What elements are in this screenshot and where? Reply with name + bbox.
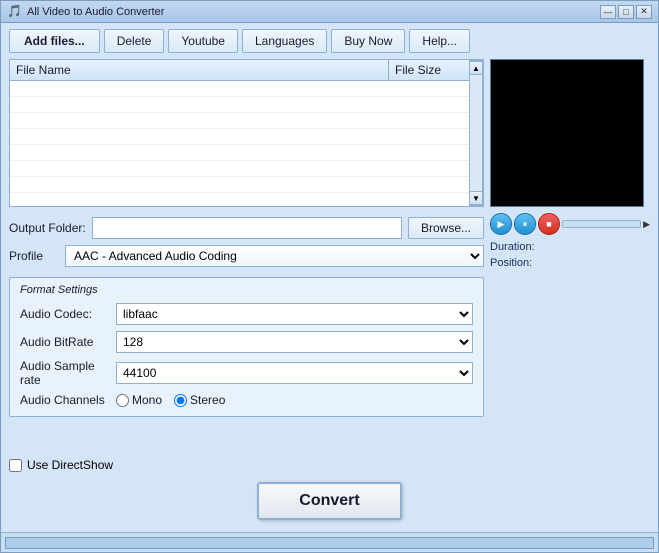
- audio-bitrate-row: Audio BitRate 128: [20, 328, 473, 356]
- file-list-area: File Name File Size ▲: [9, 59, 484, 207]
- audio-channels-row: Audio Channels Mono Stereo: [20, 390, 473, 410]
- stop-button[interactable]: ■: [538, 213, 560, 235]
- browse-button[interactable]: Browse...: [408, 217, 484, 239]
- title-bar-left: 🎵 All Video to Audio Converter: [7, 4, 164, 20]
- format-settings-box: Format Settings Audio Codec: libfaac Aud…: [9, 277, 484, 417]
- col-size-header: File Size: [389, 60, 469, 80]
- audio-sample-rate-label: Audio Sample rate: [20, 359, 110, 387]
- progress-slider[interactable]: [562, 220, 641, 228]
- app-icon: 🎵: [7, 4, 23, 20]
- table-row: [10, 81, 469, 97]
- audio-codec-label: Audio Codec:: [20, 307, 110, 321]
- title-controls: — □ ✕: [600, 5, 652, 19]
- audio-sample-rate-row: Audio Sample rate 44100: [20, 356, 473, 390]
- duration-label: Duration:: [490, 241, 535, 253]
- buy-now-button[interactable]: Buy Now: [331, 29, 405, 53]
- file-list-inner: File Name File Size: [10, 60, 469, 206]
- position-label: Position:: [490, 257, 532, 269]
- output-folder-label: Output Folder:: [9, 221, 86, 235]
- window-title: All Video to Audio Converter: [27, 6, 164, 18]
- languages-button[interactable]: Languages: [242, 29, 327, 53]
- audio-sample-rate-select[interactable]: 44100: [117, 363, 472, 383]
- help-button[interactable]: Help...: [409, 29, 470, 53]
- audio-channels-label: Audio Channels: [20, 393, 110, 407]
- table-row: [10, 113, 469, 129]
- pause-button[interactable]: ⏸: [514, 213, 536, 235]
- table-row: [10, 161, 469, 177]
- main-content: File Name File Size ▲: [1, 59, 658, 456]
- audio-sample-rate-select-wrapper: 44100: [116, 362, 473, 384]
- status-progress-bar: [5, 537, 654, 549]
- profile-label: Profile: [9, 249, 59, 263]
- use-directshow-row: Use DirectShow: [9, 456, 650, 474]
- player-controls: ▶ ⏸ ■ ▶: [490, 211, 650, 237]
- scroll-up-button[interactable]: ▲: [469, 61, 483, 75]
- delete-button[interactable]: Delete: [104, 29, 165, 53]
- vertical-scrollbar[interactable]: ▲ ▼: [469, 60, 483, 206]
- mono-radio[interactable]: [116, 394, 129, 407]
- audio-codec-row: Audio Codec: libfaac: [20, 300, 473, 328]
- table-row: [10, 145, 469, 161]
- add-files-button[interactable]: Add files...: [9, 29, 100, 53]
- title-bar: 🎵 All Video to Audio Converter — □ ✕: [1, 1, 658, 23]
- preview-box: [490, 59, 644, 207]
- stereo-radio[interactable]: [174, 394, 187, 407]
- table-row: [10, 129, 469, 145]
- duration-row: Duration:: [490, 241, 650, 253]
- convert-button[interactable]: Convert: [257, 482, 401, 520]
- file-list-header: File Name File Size: [10, 60, 469, 81]
- maximize-button[interactable]: □: [618, 5, 634, 19]
- profile-row: Profile AAC - Advanced Audio Coding: [9, 243, 484, 269]
- position-row: Position:: [490, 257, 650, 269]
- profile-select[interactable]: AAC - Advanced Audio Coding: [65, 245, 484, 267]
- format-settings-title: Format Settings: [20, 284, 473, 296]
- minimize-button[interactable]: —: [600, 5, 616, 19]
- use-directshow-checkbox[interactable]: [9, 459, 22, 472]
- use-directshow-label: Use DirectShow: [27, 458, 113, 472]
- table-row: [10, 97, 469, 113]
- file-list-rows[interactable]: [10, 81, 469, 206]
- status-bar: [1, 532, 658, 552]
- youtube-button[interactable]: Youtube: [168, 29, 238, 53]
- output-folder-input[interactable]: [92, 217, 402, 239]
- play-button[interactable]: ▶: [490, 213, 512, 235]
- left-panel: File Name File Size ▲: [9, 59, 484, 456]
- stereo-label: Stereo: [190, 393, 225, 407]
- main-window: 🎵 All Video to Audio Converter — □ ✕ Add…: [0, 0, 659, 553]
- stereo-radio-label[interactable]: Stereo: [174, 393, 225, 407]
- audio-codec-select-wrapper: libfaac: [116, 303, 473, 325]
- audio-bitrate-select-wrapper: 128: [116, 331, 473, 353]
- close-button[interactable]: ✕: [636, 5, 652, 19]
- toolbar: Add files... Delete Youtube Languages Bu…: [1, 23, 658, 59]
- audio-bitrate-label: Audio BitRate: [20, 335, 110, 349]
- col-name-header: File Name: [10, 60, 389, 80]
- slider-end-arrow: ▶: [643, 219, 650, 230]
- audio-channels-radio-group: Mono Stereo: [116, 393, 225, 407]
- mono-label: Mono: [132, 393, 162, 407]
- mono-radio-label[interactable]: Mono: [116, 393, 162, 407]
- table-row: [10, 177, 469, 193]
- audio-codec-select[interactable]: libfaac: [117, 304, 472, 324]
- bottom-section: Use DirectShow Convert: [1, 456, 658, 532]
- scroll-down-button[interactable]: ▼: [469, 191, 483, 205]
- right-panel: ▶ ⏸ ■ ▶ Duration: Position:: [490, 59, 650, 456]
- output-folder-row: Output Folder: Browse...: [9, 213, 484, 243]
- audio-bitrate-select[interactable]: 128: [117, 332, 472, 352]
